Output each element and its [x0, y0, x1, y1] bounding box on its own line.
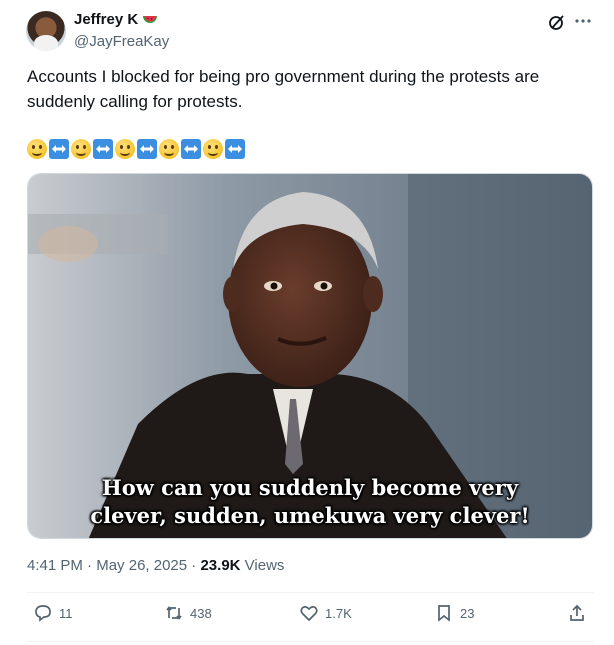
- meta-separator: ·: [82, 557, 97, 574]
- slightly-smiling-face-icon: [203, 139, 223, 159]
- slightly-smiling-face-icon: [27, 139, 47, 159]
- left-right-arrow-icon: [49, 139, 69, 159]
- tweet-time[interactable]: 4:41 PM: [27, 557, 83, 574]
- like-button[interactable]: 1.7K: [299, 603, 352, 623]
- views-count: 23.9K: [200, 557, 241, 574]
- avatar[interactable]: [26, 11, 66, 51]
- caption-line-1: How can you suddenly become very: [101, 475, 519, 500]
- divider: [27, 641, 594, 642]
- emoji-row: [27, 139, 245, 159]
- action-bar: 11 438 1.7K 23: [27, 603, 593, 633]
- reply-icon: [35, 605, 51, 622]
- caption-line-2: clever, sudden, umekuwa very clever!: [90, 503, 530, 528]
- reply-count: 11: [59, 605, 73, 621]
- repost-button[interactable]: 438: [164, 603, 212, 623]
- tweet-date[interactable]: May 26, 2025: [96, 557, 187, 574]
- tweet-text: Accounts I blocked for being pro governm…: [27, 67, 540, 111]
- left-right-arrow-icon: [225, 139, 245, 159]
- meme-caption: How can you suddenly become very clever,…: [28, 474, 592, 530]
- left-right-arrow-icon: [181, 139, 201, 159]
- watermelon-icon: [143, 15, 158, 23]
- reply-button[interactable]: 11: [33, 603, 73, 623]
- meta-separator: ·: [187, 557, 201, 574]
- author-name-row: Jeffrey K: [74, 11, 158, 28]
- bookmark-icon: [438, 605, 450, 622]
- like-count: 1.7K: [325, 605, 352, 621]
- share-icon: [570, 604, 584, 621]
- slightly-smiling-face-icon: [115, 139, 135, 159]
- tweet-image[interactable]: How can you suddenly become very clever,…: [27, 173, 593, 539]
- slightly-smiling-face-icon: [159, 139, 179, 159]
- grok-icon[interactable]: [548, 13, 566, 31]
- handle[interactable]: @JayFreaKay: [74, 33, 169, 50]
- heart-icon: [300, 606, 318, 622]
- share-button[interactable]: [567, 603, 587, 623]
- views-label: Views: [244, 557, 285, 574]
- slightly-smiling-face-icon: [71, 139, 91, 159]
- repost-icon: [166, 606, 182, 620]
- left-right-arrow-icon: [137, 139, 157, 159]
- divider: [27, 592, 594, 593]
- bookmark-button[interactable]: 23: [434, 603, 474, 623]
- repost-count: 438: [190, 605, 212, 621]
- tweet-meta: 4:41 PM · May 26, 2025 · 23.9K Views: [27, 557, 284, 574]
- left-right-arrow-icon: [93, 139, 113, 159]
- display-name[interactable]: Jeffrey K: [74, 11, 138, 28]
- more-options-icon[interactable]: [574, 12, 592, 30]
- bookmark-count: 23: [460, 605, 475, 621]
- tweet-card: Jeffrey K @JayFreaKay Accounts I blocked…: [0, 0, 614, 645]
